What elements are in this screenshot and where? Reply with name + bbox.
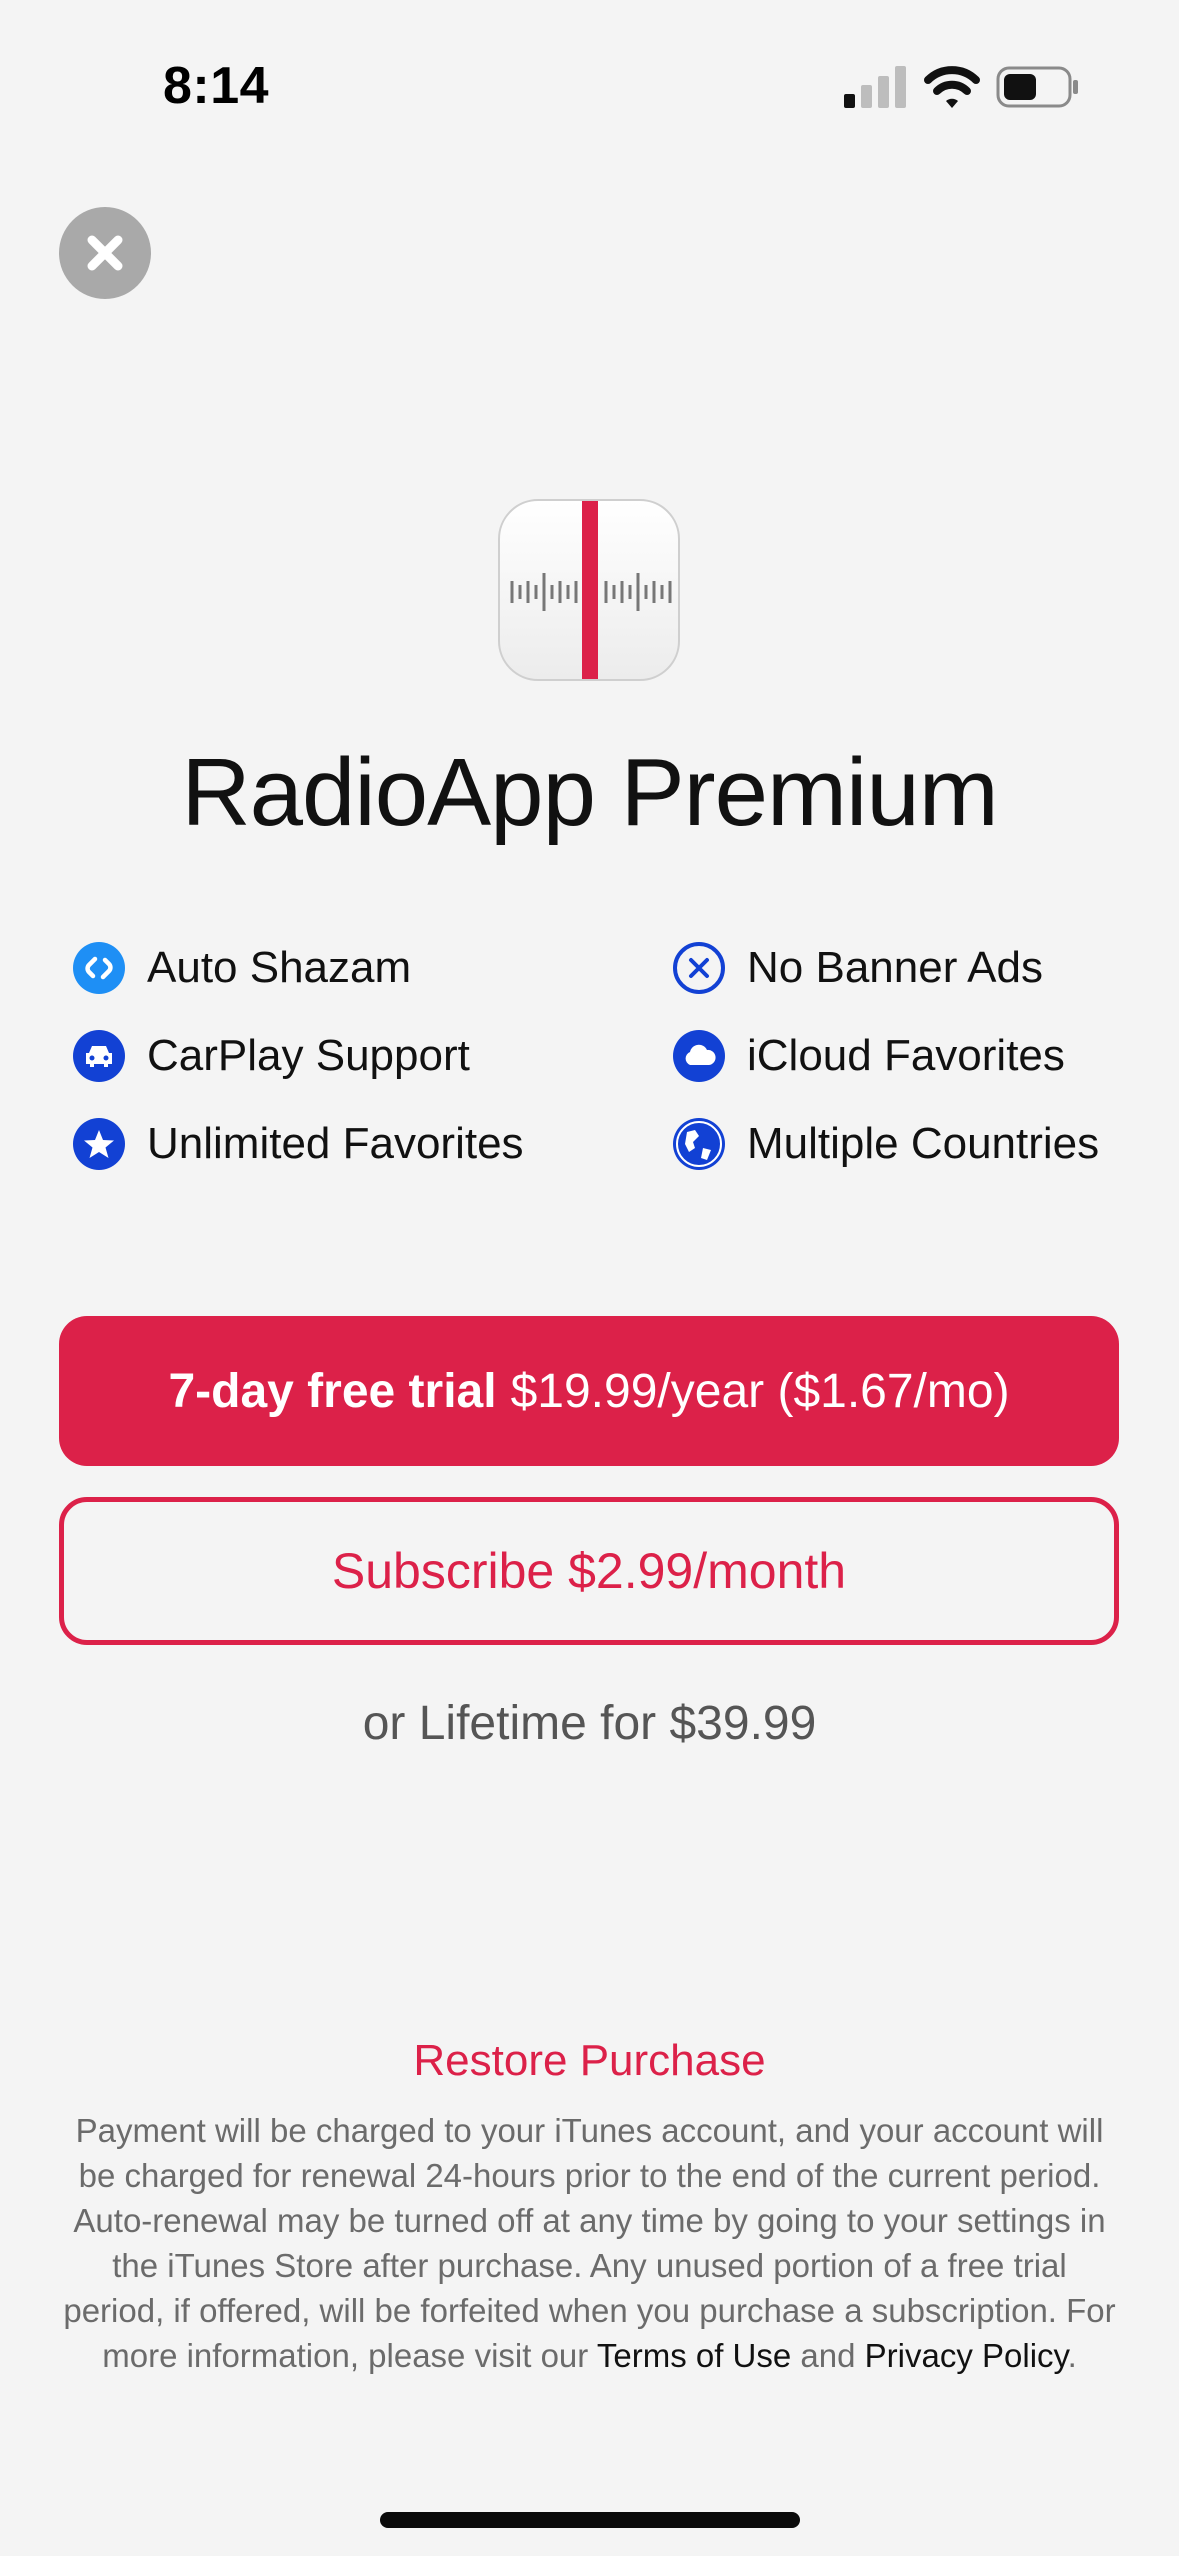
free-trial-button[interactable]: 7-day free trial $19.99/year ($1.67/mo) bbox=[59, 1316, 1119, 1466]
radio-dial-icon bbox=[510, 501, 672, 679]
legal-period: . bbox=[1067, 2337, 1077, 2374]
feature-label: Multiple Countries bbox=[747, 1119, 1100, 1168]
cloud-icon bbox=[673, 1030, 725, 1082]
shazam-icon bbox=[73, 942, 125, 994]
feature-carplay: CarPlay Support bbox=[73, 1026, 470, 1086]
page-title: RadioApp Premium bbox=[181, 739, 998, 846]
cellular-signal-icon bbox=[844, 66, 906, 108]
feature-multiple-countries: Multiple Countries bbox=[673, 1114, 1099, 1174]
close-button[interactable] bbox=[59, 207, 151, 299]
app-logo bbox=[498, 499, 680, 681]
star-icon bbox=[73, 1118, 125, 1170]
battery-icon bbox=[996, 66, 1078, 108]
feature-no-banner-ads: No Banner Ads bbox=[673, 938, 1043, 998]
feature-unlimited-favorites: Unlimited Favorites bbox=[73, 1114, 524, 1174]
feature-label: Auto Shazam bbox=[147, 943, 412, 992]
lifetime-offer-link[interactable]: or Lifetime for $39.99 bbox=[0, 1696, 1179, 1751]
legal-disclaimer: Payment will be charged to your iTunes a… bbox=[60, 2108, 1119, 2378]
close-icon bbox=[87, 235, 123, 271]
home-indicator[interactable] bbox=[380, 2512, 800, 2528]
status-time: 8:14 bbox=[163, 57, 270, 115]
wifi-icon bbox=[924, 66, 980, 108]
globe-icon bbox=[673, 1118, 725, 1170]
trial-price: $19.99/year ($1.67/mo) bbox=[510, 1364, 1010, 1418]
privacy-policy-link[interactable]: Privacy Policy bbox=[865, 2337, 1068, 2374]
feature-label: No Banner Ads bbox=[747, 943, 1043, 992]
feature-label: Unlimited Favorites bbox=[147, 1119, 524, 1168]
feature-label: iCloud Favorites bbox=[747, 1031, 1065, 1080]
feature-icloud-favorites: iCloud Favorites bbox=[673, 1026, 1065, 1086]
terms-of-use-link[interactable]: Terms of Use bbox=[597, 2337, 791, 2374]
car-icon bbox=[73, 1030, 125, 1082]
feature-label: CarPlay Support bbox=[147, 1031, 470, 1080]
feature-auto-shazam: Auto Shazam bbox=[73, 938, 411, 998]
trial-label: 7-day free trial bbox=[168, 1364, 497, 1418]
no-ads-icon bbox=[673, 942, 725, 994]
subscribe-monthly-button[interactable]: Subscribe $2.99/month bbox=[59, 1497, 1119, 1645]
restore-purchase-button[interactable]: Restore Purchase bbox=[0, 2036, 1179, 2086]
legal-and: and bbox=[800, 2337, 856, 2374]
legal-text: Payment will be charged to your iTunes a… bbox=[63, 2112, 1116, 2374]
